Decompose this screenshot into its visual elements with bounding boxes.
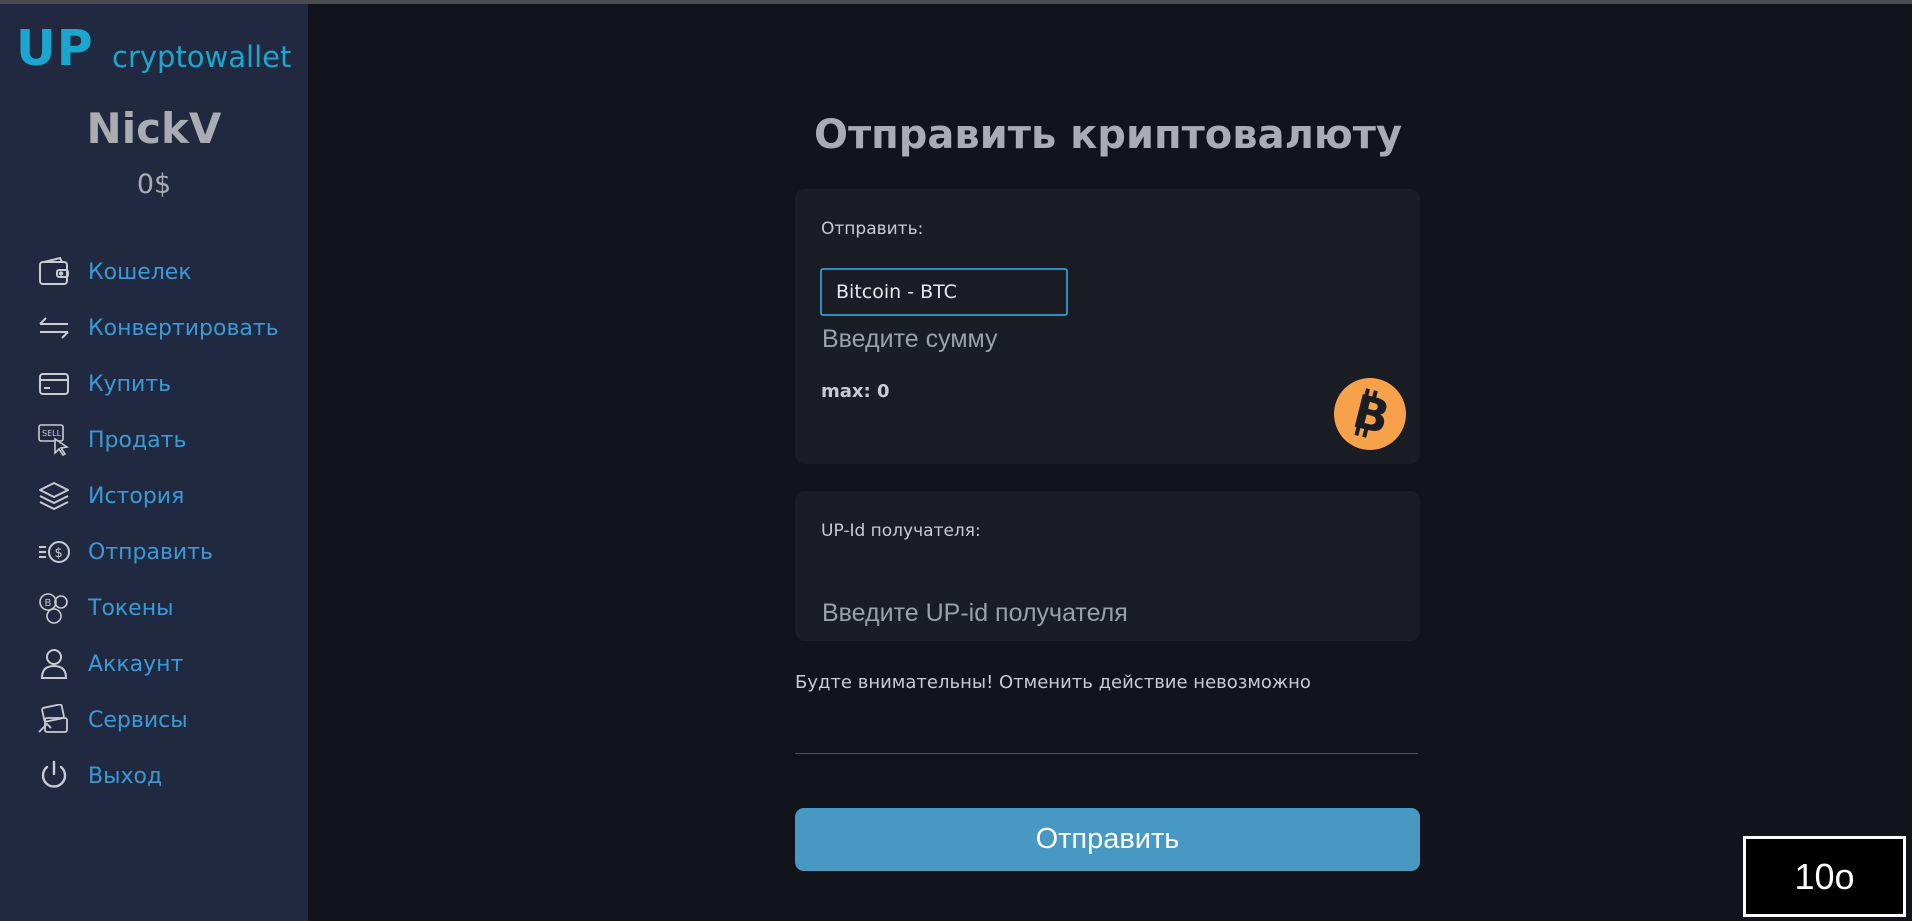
sidebar-item-convert[interactable]: Конвертировать: [36, 308, 279, 348]
sidebar-item-label: Отправить: [88, 539, 214, 565]
recipient-input[interactable]: [820, 591, 1382, 635]
sidebar-item-services[interactable]: Сервисы: [36, 700, 188, 740]
recipient-card: UP-Id получателя:: [795, 491, 1420, 641]
sell-sign-icon: SELL: [36, 422, 72, 458]
sidebar-item-label: Кошелек: [88, 259, 192, 285]
sidebar-item-label: История: [88, 483, 185, 509]
sidebar-item-account[interactable]: Аккаунт: [36, 644, 183, 684]
convert-arrows-icon: [36, 310, 72, 346]
sidebar: UP cryptowallet NickV 0$ Кошелек Конверт…: [0, 4, 308, 921]
sidebar-item-label: Продать: [88, 427, 187, 453]
sidebar-item-wallet[interactable]: Кошелек: [36, 252, 192, 292]
max-amount-text: max: 0: [821, 381, 890, 402]
svg-text:SELL: SELL: [42, 429, 62, 438]
svg-text:$: $: [55, 546, 63, 561]
overlay-badge: 10о: [1743, 836, 1906, 917]
sidebar-item-label: Сервисы: [88, 707, 188, 733]
sidebar-item-history[interactable]: История: [36, 476, 184, 516]
sidebar-item-send[interactable]: $ Отправить: [36, 532, 213, 572]
power-icon: [36, 758, 72, 794]
services-icon: [36, 702, 72, 738]
credit-card-icon: [36, 366, 72, 402]
bitcoin-coin-icon: B: [1334, 378, 1406, 450]
tokens-icon: B: [36, 590, 72, 626]
sidebar-item-sell[interactable]: SELL Продать: [36, 420, 186, 460]
sidebar-item-tokens[interactable]: B Токены: [36, 588, 173, 628]
sidebar-item-label: Аккаунт: [88, 651, 184, 677]
send-label: Отправить:: [821, 219, 924, 239]
sidebar-item-label: Токены: [88, 595, 174, 621]
sidebar-item-logout[interactable]: Выход: [36, 756, 162, 796]
sidebar-item-label: Конвертировать: [88, 315, 279, 341]
warning-divider: [795, 753, 1418, 754]
send-coin-icon: $: [36, 534, 72, 570]
sidebar-item-label: Купить: [88, 371, 172, 397]
recipient-label: UP-Id получателя:: [821, 521, 981, 541]
user-balance: 0$: [136, 169, 172, 200]
logo-up: UP: [16, 20, 94, 77]
send-button[interactable]: Отправить: [795, 808, 1420, 871]
currency-select[interactable]: Bitcoin - BTC: [820, 268, 1068, 316]
send-amount-card: Отправить: Bitcoin - BTC max: 0 B: [795, 189, 1420, 464]
page-title: Отправить криптовалюту: [813, 112, 1403, 158]
layers-icon: [36, 478, 72, 514]
sidebar-item-label: Выход: [88, 763, 163, 789]
logo-text: cryptowallet: [112, 40, 292, 74]
amount-input[interactable]: [820, 317, 1382, 361]
svg-text:B: B: [45, 598, 52, 609]
wallet-icon: [36, 254, 72, 290]
sidebar-item-buy[interactable]: Купить: [36, 364, 171, 404]
user-icon: [36, 646, 72, 682]
warning-text: Будте внимательны! Отменить действие нев…: [795, 672, 1311, 693]
user-name: NickV: [86, 104, 222, 153]
